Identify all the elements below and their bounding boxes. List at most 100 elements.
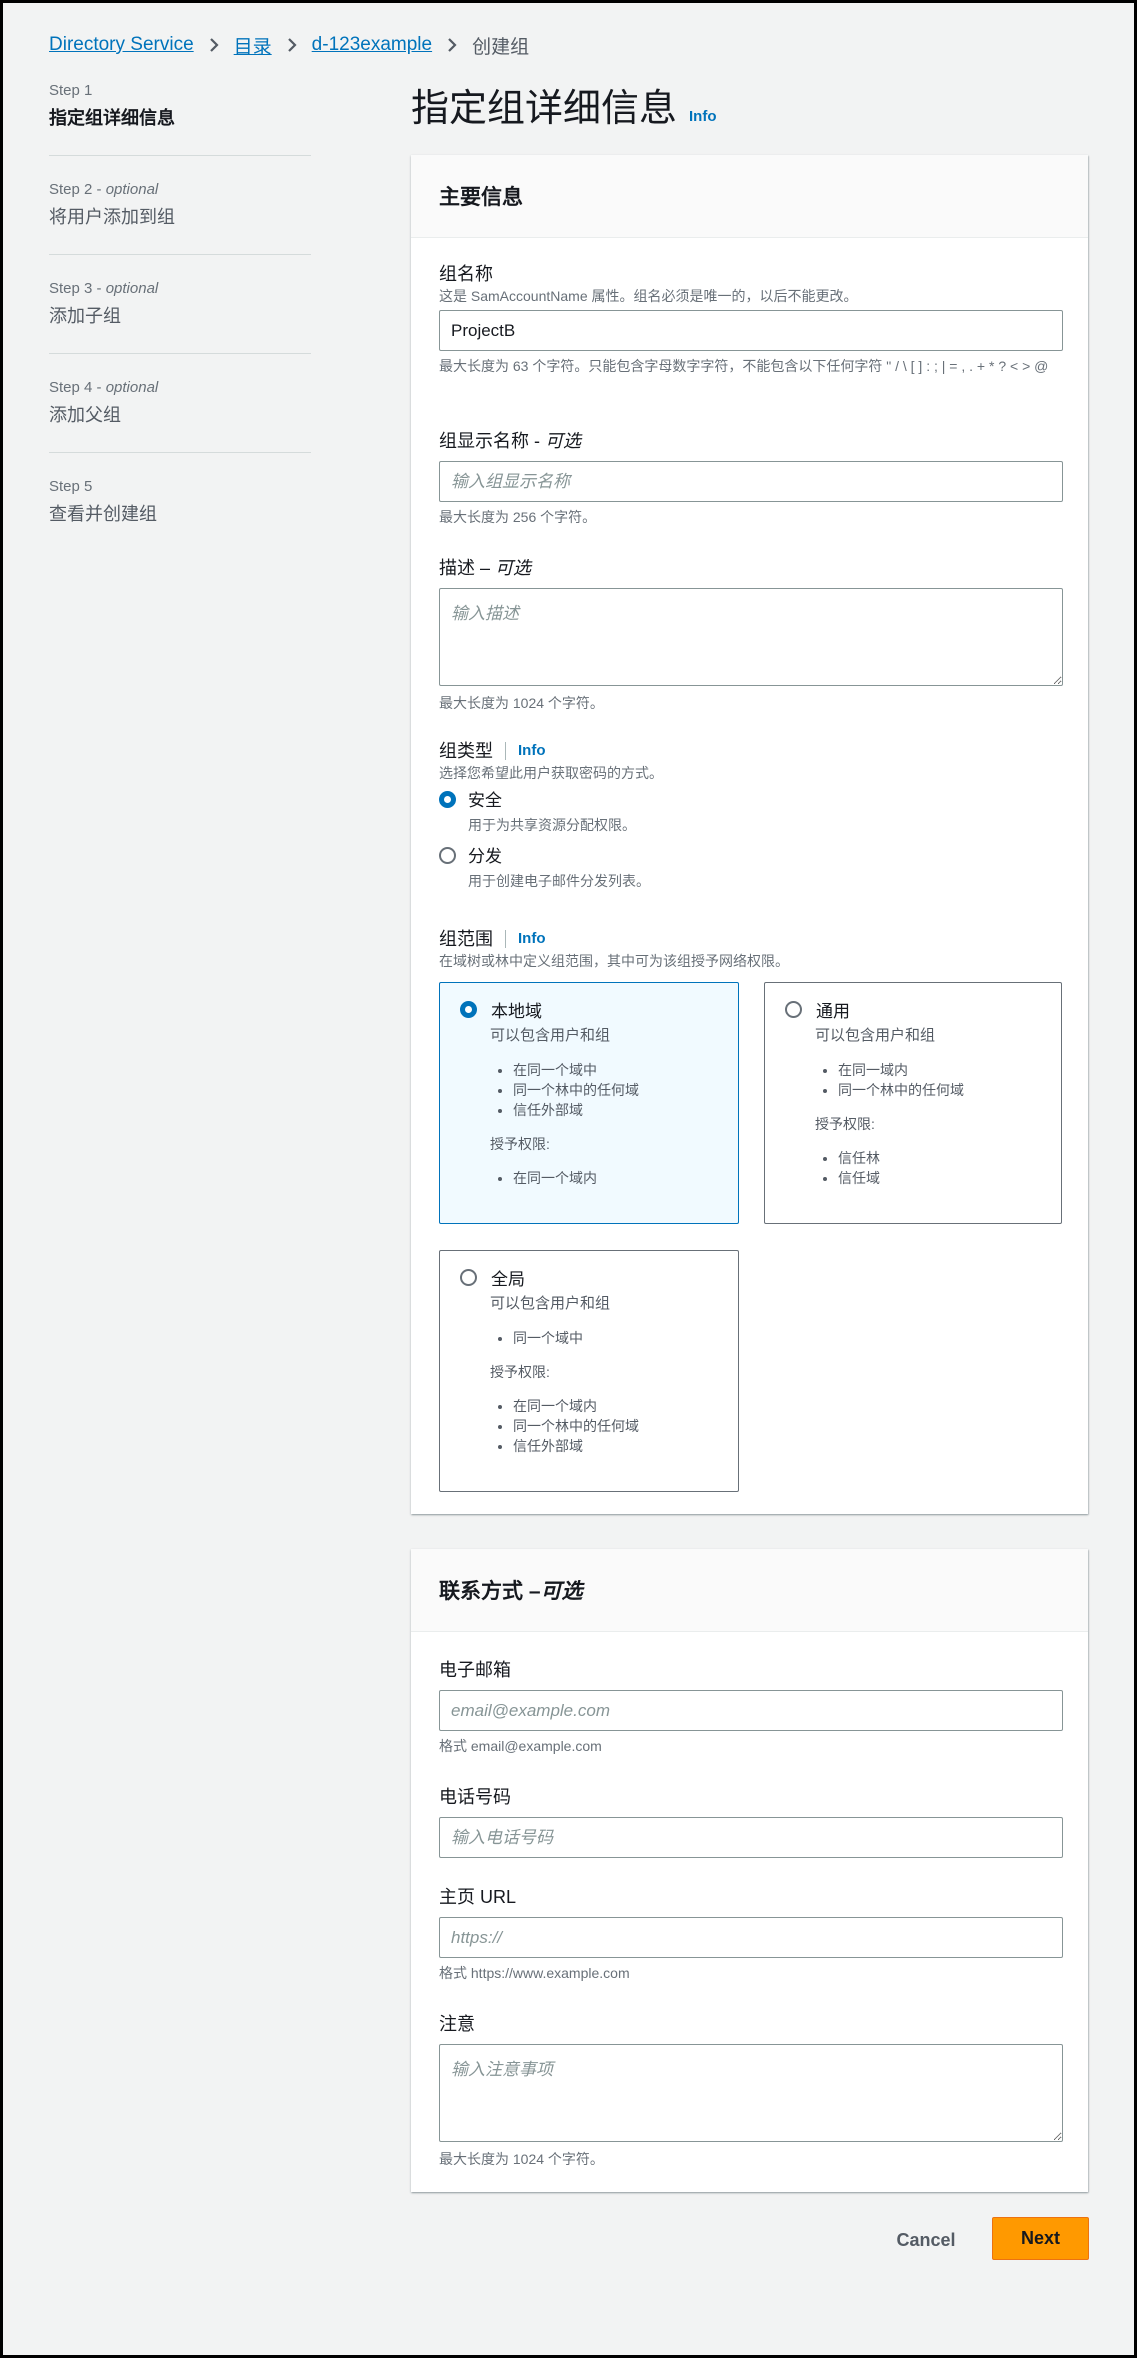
card-title: 本地域 [491, 1002, 542, 1021]
chevron-right-icon [432, 37, 472, 53]
card-description: 可以包含用户和组 [490, 1027, 611, 1044]
notes-field: 注意 最大长度为 1024 个字符。 [439, 2012, 1063, 2169]
grant-label: 授予权限: [815, 1116, 875, 1132]
radio-button-selected[interactable] [439, 791, 456, 808]
step-title[interactable]: 查看并创建组 [49, 501, 311, 527]
field-label-row: 组范围 Info [439, 927, 1063, 951]
step-number: Step 2 - optional [49, 181, 159, 198]
option-description: 用于创建电子邮件分发列表。 [468, 873, 650, 889]
scope-card-universal[interactable]: 通用 可以包含用户和组 在同一域内 同一个林中的任何域 授予权限: 信任林 信任… [764, 982, 1062, 1224]
display-name-input[interactable] [439, 461, 1063, 502]
field-hint: 最大长度为 1024 个字符。 [439, 2151, 604, 2167]
homepage-field: 主页 URL 格式 https://www.example.com [439, 1885, 1063, 1983]
group-type-distribution-option[interactable]: 分发 用于创建电子邮件分发列表。 [439, 847, 1063, 891]
members-list: 同一个域中 [460, 1328, 738, 1348]
primary-info-panel: 主要信息 组名称 这是 SamAccountName 属性。组名必须是唯一的，以… [411, 155, 1088, 1514]
field-description: 选择您希望此用户获取密码的方式。 [439, 765, 663, 781]
scope-card-global[interactable]: 全局 可以包含用户和组 同一个域中 授予权限: 在同一个域内 同一个林中的任何域… [439, 1250, 739, 1492]
info-link[interactable]: Info [518, 927, 546, 951]
wizard-step-1: Step 1 指定组详细信息 [49, 81, 311, 156]
radio-button[interactable] [439, 847, 456, 864]
step-number: Step 3 - optional [49, 280, 159, 297]
members-list: 在同一域内 同一个林中的任何域 [785, 1060, 1061, 1100]
breadcrumb-directory-id[interactable]: d-123example [312, 34, 432, 56]
homepage-url-input[interactable] [439, 1917, 1063, 1958]
group-name-field: 组名称 这是 SamAccountName 属性。组名必须是唯一的，以后不能更改… [439, 262, 1063, 376]
wizard-step-5[interactable]: Step 5 查看并创建组 [49, 477, 311, 551]
card-description: 可以包含用户和组 [490, 1295, 611, 1312]
breadcrumb-directory-service[interactable]: Directory Service [49, 34, 194, 56]
list-item: 同一个林中的任何域 [838, 1080, 1061, 1100]
info-link[interactable]: Info [518, 739, 546, 763]
page-frame: Directory Service 目录 d-123example 创建组 St… [3, 3, 1134, 2355]
list-item: 在同一个域中 [513, 1060, 738, 1080]
radio-button[interactable] [460, 1269, 477, 1286]
display-name-field: 组显示名称 - 可选 最大长度为 256 个字符。 [439, 429, 1063, 527]
field-constraint: 最大长度为 256 个字符。 [439, 509, 597, 525]
field-hint: 格式 email@example.com [439, 1738, 602, 1754]
field-constraint: 最大长度为 63 个字符。只能包含字母数字字符，不能包含以下任何字符 " / \… [439, 358, 1049, 374]
wizard-step-3[interactable]: Step 3 - optional 添加子组 [49, 279, 311, 354]
list-item: 同一个林中的任何域 [513, 1416, 738, 1436]
description-textarea[interactable] [439, 588, 1063, 686]
list-item: 同一个域中 [513, 1328, 738, 1348]
step-title[interactable]: 添加父组 [49, 402, 311, 428]
wizard-step-2[interactable]: Step 2 - optional 将用户添加到组 [49, 180, 311, 255]
list-item: 在同一个域内 [513, 1168, 738, 1188]
email-field: 电子邮箱 格式 email@example.com [439, 1658, 1063, 1756]
group-type-security-option[interactable]: 安全用于为共享资源分配权限。 [439, 791, 1063, 835]
field-label: 组类型 [439, 741, 493, 761]
step-title: 指定组详细信息 [49, 108, 175, 128]
radio-button-selected[interactable] [460, 1001, 477, 1018]
card-title: 全局 [491, 1270, 525, 1289]
wizard-steps: Step 1 指定组详细信息 Step 2 - optional 将用户添加到组… [49, 81, 311, 575]
cancel-button[interactable]: Cancel [883, 2220, 969, 2260]
option-title: 安全 [468, 791, 502, 810]
step-title[interactable]: 添加子组 [49, 303, 311, 329]
page-header: 指定组详细信息 Info [411, 77, 717, 132]
group-type-field: 组类型 Info 选择您希望此用户获取密码的方式。 安全用于为共享资源分配权限。… [439, 739, 1063, 891]
scope-card-domain-local[interactable]: 本地域 可以包含用户和组 在同一个域中 同一个林中的任何域 信任外部域 授予权限… [439, 982, 739, 1224]
list-item: 信任外部域 [513, 1100, 738, 1120]
phone-field: 电话号码 [439, 1785, 1063, 1858]
contact-info-panel: 联系方式 – 可选 电子邮箱 格式 email@example.com 电话号码… [411, 1549, 1088, 2192]
breadcrumb-current: 创建组 [472, 36, 530, 58]
list-item: 信任林 [838, 1148, 1061, 1168]
notes-textarea[interactable] [439, 2044, 1063, 2142]
chevron-right-icon [194, 37, 234, 53]
info-link[interactable]: Info [689, 108, 717, 125]
step-number: Step 5 [49, 478, 93, 495]
field-label: 注意 [439, 2014, 475, 2034]
chevron-right-icon [272, 37, 312, 53]
next-button[interactable]: Next [992, 2217, 1089, 2260]
field-label-row: 组类型 Info [439, 739, 1063, 763]
members-list: 在同一个域中 同一个林中的任何域 信任外部域 [460, 1060, 738, 1120]
grant-label: 授予权限: [490, 1364, 550, 1380]
email-input[interactable] [439, 1690, 1063, 1731]
group-name-input[interactable] [439, 310, 1063, 351]
grants-list: 在同一个域内 同一个林中的任何域 信任外部域 [460, 1396, 738, 1456]
grants-list: 信任林 信任域 [785, 1148, 1061, 1188]
list-item: 信任外部域 [513, 1436, 738, 1456]
step-number: Step 1 [49, 82, 93, 99]
list-item: 在同一个域内 [513, 1396, 738, 1416]
field-label: 组范围 [439, 929, 493, 949]
radio-button[interactable] [785, 1001, 802, 1018]
field-description: 在域树或林中定义组范围，其中可为该组授予网络权限。 [439, 953, 789, 969]
grant-label: 授予权限: [490, 1136, 550, 1152]
divider [505, 930, 506, 948]
step-number: Step 4 - optional [49, 379, 159, 396]
panel-header: 联系方式 – 可选 [411, 1549, 1088, 1632]
breadcrumb-directories[interactable]: 目录 [234, 32, 272, 59]
field-description: 这是 SamAccountName 属性。组名必须是唯一的，以后不能更改。 [439, 288, 858, 304]
card-description: 可以包含用户和组 [815, 1027, 936, 1044]
field-label: 描述 – 可选 [439, 558, 532, 578]
wizard-step-4[interactable]: Step 4 - optional 添加父组 [49, 378, 311, 453]
field-hint: 格式 https://www.example.com [439, 1965, 630, 1981]
phone-input[interactable] [439, 1817, 1063, 1858]
list-item: 信任域 [838, 1168, 1061, 1188]
list-item: 同一个林中的任何域 [513, 1080, 738, 1100]
list-item: 在同一域内 [838, 1060, 1061, 1080]
step-title[interactable]: 将用户添加到组 [49, 204, 311, 230]
option-description: 用于为共享资源分配权限。 [468, 817, 636, 833]
